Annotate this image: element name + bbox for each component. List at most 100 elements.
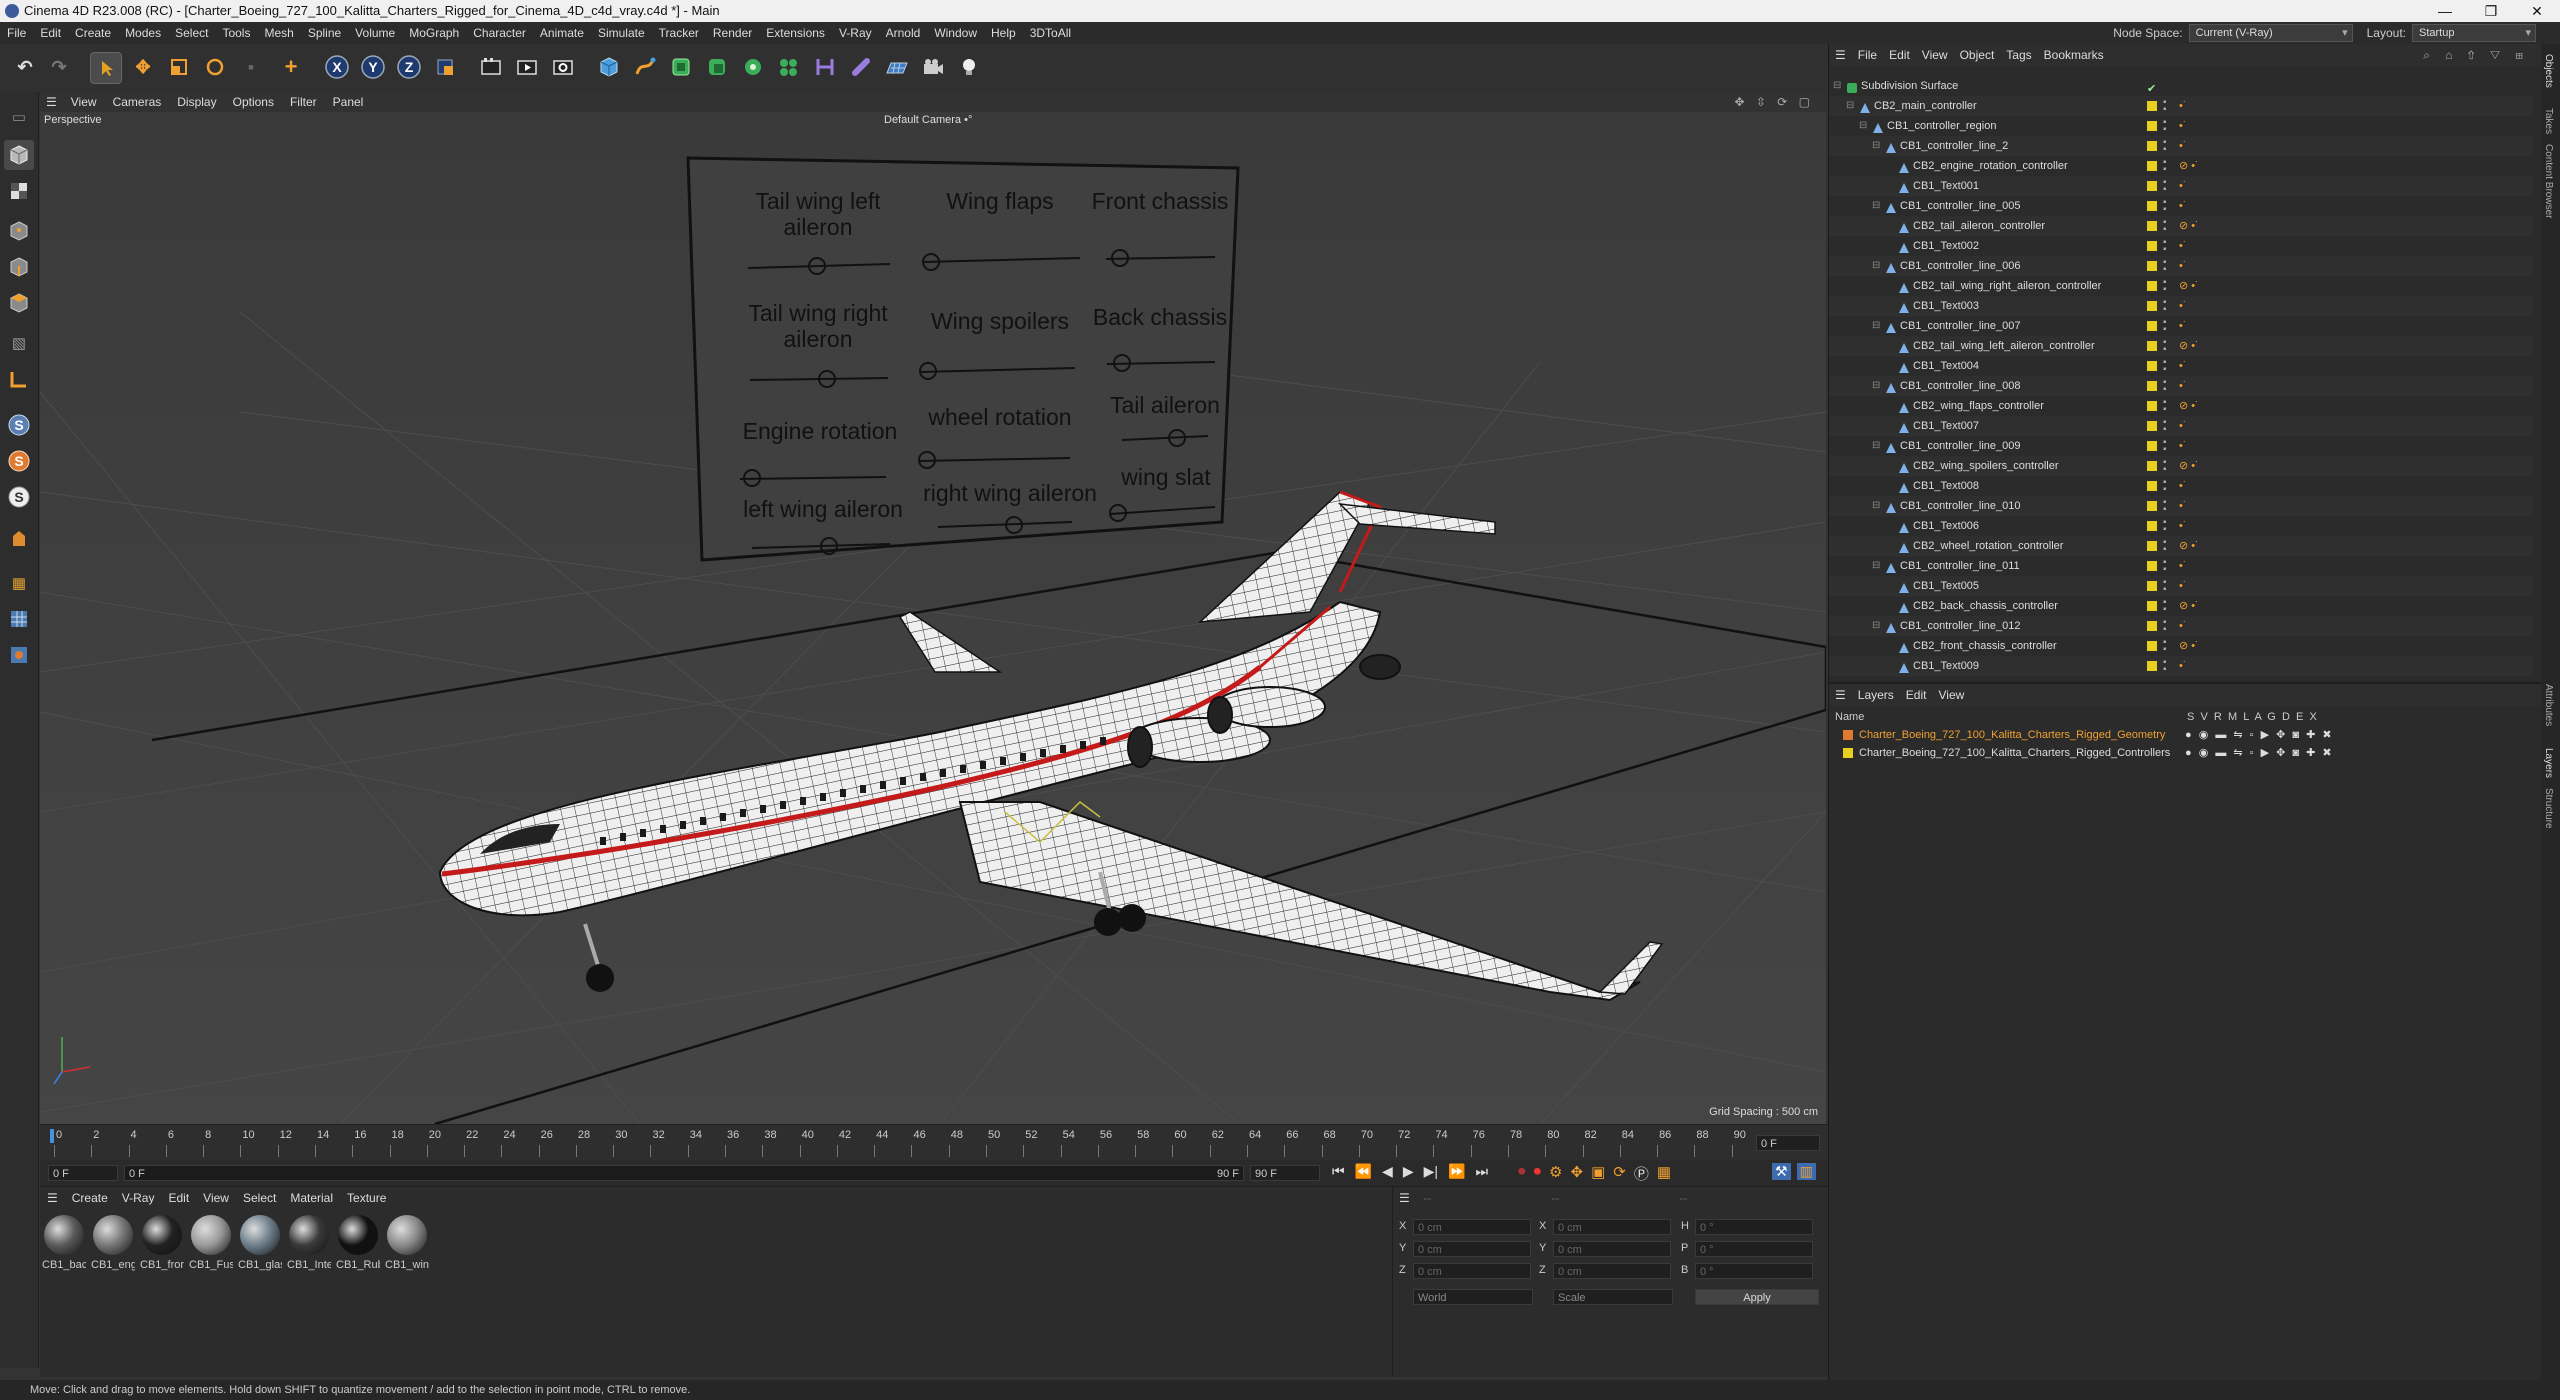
object-tags[interactable]: •˙ [2179,359,2187,373]
layer-hamburger-icon[interactable]: ☰ [1829,684,1852,706]
selection-tool-icon[interactable] [90,52,122,84]
layer-color-icon[interactable] [2147,161,2157,171]
object-tags[interactable]: ⊘ •˙ [2179,539,2199,553]
menu-window[interactable]: Window [927,22,984,44]
object-row[interactable]: CB1_Text002 ▪ ▪ •˙ [1829,236,2533,256]
layer-color-icon[interactable] [2147,461,2157,471]
material-swatch[interactable]: CB1_glas [238,1215,282,1271]
maximize-button[interactable]: ❐ [2468,0,2514,22]
z-axis-lock-icon[interactable]: Z [394,52,424,82]
key-scale-icon[interactable]: ▣ [1591,1163,1605,1184]
redo-icon[interactable]: ↷ [44,52,74,82]
object-search-icons[interactable]: ⌕ ⌂ ⇧ ▽ ⊞ [2417,44,2535,66]
layer-color-icon[interactable] [2147,141,2157,151]
snap-settings-icon[interactable]: S [4,446,34,476]
lock-workplane-icon[interactable] [4,640,34,670]
visibility-dots-icon[interactable]: ▪ ▪ [2163,578,2167,595]
visibility-dots-icon[interactable]: ▪ ▪ [2163,638,2167,655]
start-frame-field[interactable]: 0 F [48,1165,118,1181]
layer-color-icon[interactable] [2147,181,2157,191]
move-tool-icon[interactable]: ✥ [128,52,158,82]
visibility-dots-icon[interactable]: ▪ ▪ [2163,218,2167,235]
object-row[interactable]: CB1_Text001 ▪ ▪ •˙ [1829,176,2533,196]
coordinate-value-field[interactable]: 0 ° [1695,1263,1813,1279]
side-tab-structure[interactable]: Structure [2543,788,2554,829]
object-tags[interactable]: •˙ [2179,559,2187,573]
object-row[interactable]: CB1_Text004 ▪ ▪ •˙ [1829,356,2533,376]
recent-tools-icon[interactable]: ▪ [236,52,266,82]
material-menu-vray[interactable]: V-Ray [115,1187,162,1209]
model-mode-icon[interactable] [4,140,34,170]
layer-color-icon[interactable] [2147,581,2157,591]
material-menu-create[interactable]: Create [65,1187,115,1209]
object-row[interactable]: ⊟ CB1_controller_line_2 ▪ ▪ •˙ [1829,136,2533,156]
layer-color-swatch[interactable] [1843,730,1853,740]
key-rotation-icon[interactable]: ⟳ [1613,1163,1626,1184]
add-tool-icon[interactable]: + [276,52,306,82]
expand-toggle-icon[interactable]: ⊟ [1872,256,1880,276]
layer-row[interactable]: Charter_Boeing_727_100_Kalitta_Charters_… [1829,744,2533,762]
layer-menu-layers[interactable]: Layers [1852,684,1900,706]
viewport-menu-options[interactable]: Options [225,92,282,112]
layer-row[interactable]: Charter_Boeing_727_100_Kalitta_Charters_… [1829,726,2533,744]
object-tags[interactable]: ⊘ •˙ [2179,339,2199,353]
object-row[interactable]: ⊟ CB1_controller_line_009 ▪ ▪ •˙ [1829,436,2533,456]
menu-arnold[interactable]: Arnold [879,22,928,44]
object-tags[interactable]: •˙ [2179,299,2187,313]
layer-color-icon[interactable] [2147,261,2157,271]
object-row[interactable]: ⊟ CB1_controller_line_010 ▪ ▪ •˙ [1829,496,2533,516]
menu-select[interactable]: Select [168,22,215,44]
layer-color-icon[interactable] [2147,361,2157,371]
object-tags[interactable]: •˙ [2179,479,2187,493]
key-parameter-icon[interactable]: Ⓟ [1634,1163,1649,1184]
cube-primitive-icon[interactable] [594,52,624,82]
pen-spline-icon[interactable] [630,52,660,82]
render-region-icon[interactable] [476,52,506,82]
side-tab-layers[interactable]: Layers [2543,748,2554,778]
object-tags[interactable]: •˙ [2179,579,2187,593]
object-tags[interactable]: ⊘ •˙ [2179,599,2199,613]
go-to-end-icon[interactable]: ⏭ [1475,1163,1488,1180]
visibility-dots-icon[interactable]: ▪ ▪ [2163,398,2167,415]
object-menu-bookmarks[interactable]: Bookmarks [2038,44,2110,66]
layer-menu-edit[interactable]: Edit [1900,684,1933,706]
object-row[interactable]: CB2_tail_wing_left_aileron_controller ▪ ▪ ⊘… [1829,336,2533,356]
layer-color-icon[interactable] [2147,661,2157,671]
menu-mograph[interactable]: MoGraph [402,22,466,44]
material-swatch[interactable]: CB1_Fus [189,1215,233,1271]
visibility-dots-icon[interactable]: ▪ ▪ [2163,178,2167,195]
layer-color-icon[interactable] [2147,301,2157,311]
play-icon[interactable]: ▶ [1403,1163,1414,1180]
object-menu-object[interactable]: Object [1954,44,2001,66]
material-menu-texture[interactable]: Texture [340,1187,393,1209]
object-tags[interactable]: ⊘ •˙ [2179,399,2199,413]
visibility-dots-icon[interactable]: ▪ ▪ [2163,378,2167,395]
material-hamburger-icon[interactable]: ☰ [40,1187,65,1209]
layer-color-icon[interactable] [2147,201,2157,211]
soft-selection-icon[interactable] [4,524,34,554]
layer-color-icon[interactable] [2147,481,2157,491]
visibility-dots-icon[interactable]: ▪ ▪ [2163,558,2167,575]
visibility-dots-icon[interactable]: ▪ ▪ [2163,658,2167,675]
object-row[interactable]: ⊟ CB1_controller_line_006 ▪ ▪ •˙ [1829,256,2533,276]
material-swatch[interactable]: CB1_bac [42,1215,86,1271]
viewport-hamburger-icon[interactable]: ☰ [40,92,63,112]
visibility-dots-icon[interactable]: ▪ ▪ [2163,318,2167,335]
coordinate-value-field[interactable]: 0 cm [1553,1263,1671,1279]
object-tags[interactable]: •˙ [2179,319,2187,333]
deformer-icon[interactable] [738,52,768,82]
object-row[interactable]: CB2_tail_wing_right_aileron_controller ▪ ▪… [1829,276,2533,296]
menu-spline[interactable]: Spline [301,22,348,44]
polygon-mode-icon[interactable] [4,288,34,318]
menu-extensions[interactable]: Extensions [759,22,832,44]
layer-menu-view[interactable]: View [1932,684,1970,706]
layer-color-icon[interactable] [2147,561,2157,571]
object-tags[interactable]: ⊘ •˙ [2179,279,2199,293]
object-tags[interactable]: •˙ [2179,199,2187,213]
menu-vray[interactable]: V-Ray [832,22,879,44]
viewport-menu-cameras[interactable]: Cameras [105,92,170,112]
rotate-tool-icon[interactable] [200,52,230,82]
make-editable-icon[interactable]: ▭ [4,102,34,132]
object-tags[interactable]: •˙ [2179,419,2187,433]
object-menu-edit[interactable]: Edit [1883,44,1916,66]
